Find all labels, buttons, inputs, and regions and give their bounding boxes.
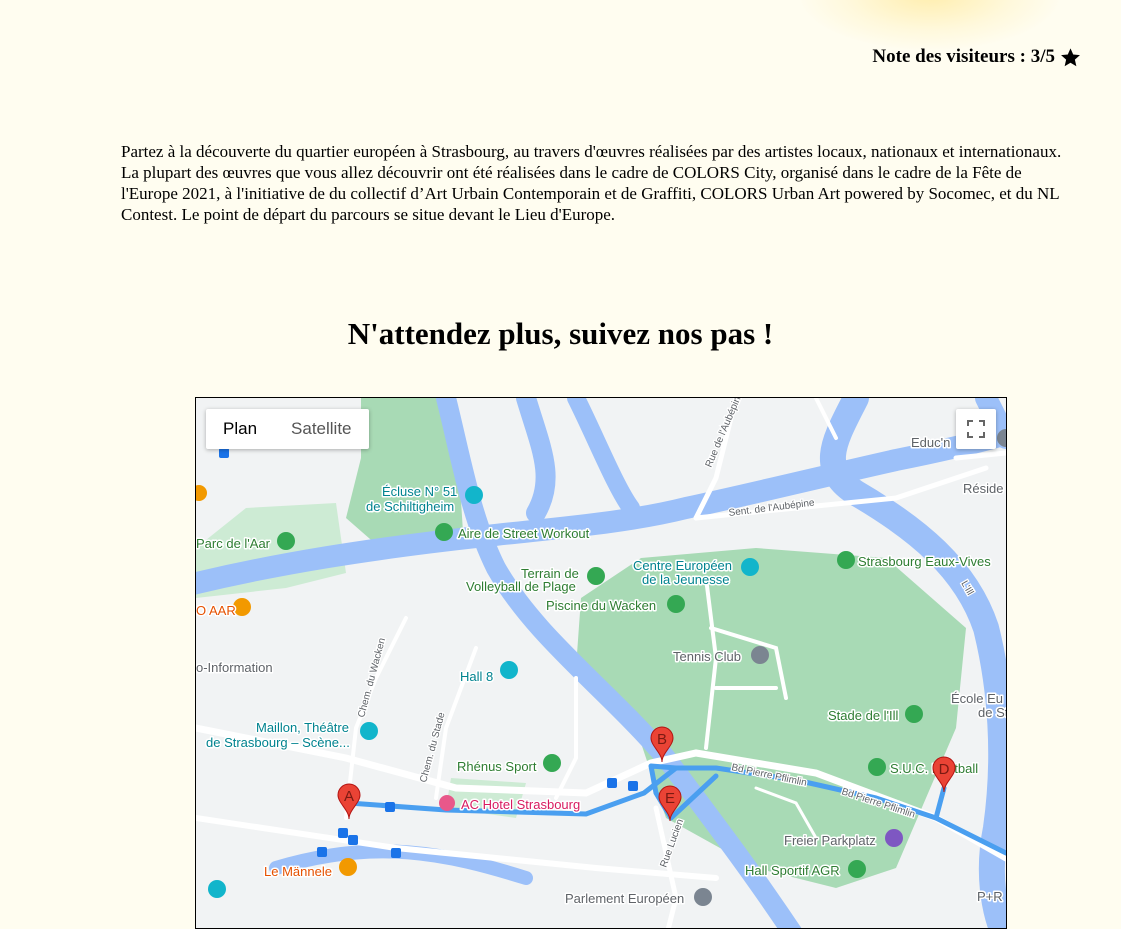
label-terrain-2: Volleyball de Plage — [466, 579, 576, 594]
svg-text:E: E — [665, 790, 675, 807]
label-hall8: Hall 8 — [460, 669, 493, 684]
label-pr: P+R — [977, 889, 1003, 904]
label-tennis: Tennis Club — [673, 649, 741, 664]
map-type-plan-button[interactable]: Plan — [206, 409, 274, 449]
label-stade-ill: Stade de l'Ill — [828, 708, 899, 723]
label-maillon-1: Maillon, Théâtre — [256, 720, 349, 735]
fullscreen-icon — [967, 420, 985, 438]
svg-text:D: D — [939, 761, 950, 778]
label-centre-2: de la Jeunesse — [642, 572, 729, 587]
label-info: o-Information — [196, 660, 273, 675]
label-ecluse-1: Écluse N° 51 — [382, 484, 457, 499]
label-freier: Freier Parkplatz — [784, 833, 876, 848]
intro-paragraph: Partez à la découverte du quartier europ… — [121, 142, 1062, 224]
label-parc-aar: Parc de l'Aar — [196, 536, 271, 551]
marker-a[interactable]: A — [337, 783, 361, 820]
marker-d[interactable]: D — [932, 756, 956, 793]
map-canvas[interactable]: Écluse N° 51 de Schiltigheim Aire de Str… — [196, 398, 1006, 928]
fullscreen-button[interactable] — [956, 409, 996, 449]
label-maillon-2: de Strasbourg – Scène... — [206, 735, 350, 750]
label-centre-1: Centre Européen — [633, 558, 732, 573]
label-piscine: Piscine du Wacken — [546, 598, 656, 613]
label-educn: Educ'n — [911, 435, 950, 450]
star-icon — [1061, 47, 1080, 66]
label-aire: Aire de Street Workout — [458, 526, 590, 541]
map-type-satellite-button[interactable]: Satellite — [274, 409, 368, 449]
label-ac-hotel: AC Hotel Strasbourg — [461, 797, 580, 812]
road-aubepine: Rue de l'Aubépine — [704, 398, 746, 469]
label-ecole-1: École Eu — [951, 691, 1003, 706]
label-parlement: Parlement Européen — [565, 891, 684, 906]
map-type-control: Plan Satellite — [206, 409, 369, 449]
svg-text:B: B — [657, 731, 667, 748]
svg-text:A: A — [344, 788, 354, 805]
label-reside: Réside — [963, 481, 1003, 496]
label-rhenus: Rhénus Sport — [457, 759, 537, 774]
route-map[interactable]: Écluse N° 51 de Schiltigheim Aire de Str… — [195, 397, 1007, 929]
label-ecluse-2: de Schiltigheim — [366, 499, 454, 514]
label-hall-agr: Hall Sportif AGR — [745, 863, 840, 878]
road-wacken: Chem. du Wacken — [356, 637, 388, 719]
section-heading: N'attendez plus, suivez nos pas ! — [347, 316, 774, 351]
label-eaux-vives: Strasbourg Eaux-Vives — [858, 554, 991, 569]
visitor-rating: Note des visiteurs : 3/5 — [872, 46, 1081, 68]
rating-label: Note des visiteurs : 3/5 — [872, 46, 1055, 67]
label-mannele: Le Männele — [264, 864, 332, 879]
label-ecole-2: de St — [978, 705, 1006, 720]
decorative-sun-glow — [800, 0, 1060, 50]
label-aar: O AAR — [196, 603, 236, 618]
